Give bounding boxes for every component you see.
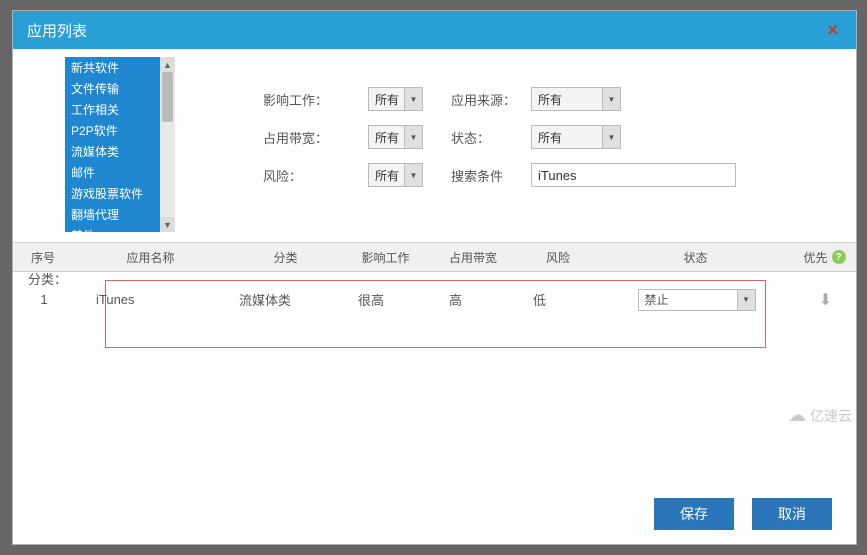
category-item[interactable]: 工作相关 bbox=[65, 99, 175, 120]
close-icon[interactable]: × bbox=[823, 20, 842, 41]
chevron-down-icon: ▼ bbox=[602, 88, 620, 110]
priority-down-icon[interactable]: ⬇ bbox=[819, 290, 832, 310]
search-label: 搜索条件 bbox=[451, 166, 531, 185]
filter-area: 新共软件 文件传输 工作相关 P2P软件 流媒体类 邮件 游戏股票软件 翻墙代理… bbox=[13, 49, 856, 232]
category-list-items: 新共软件 文件传输 工作相关 P2P软件 流媒体类 邮件 游戏股票软件 翻墙代理… bbox=[65, 57, 175, 232]
table-header: 序号 应用名称 分类 影响工作 占用带宽 风险 状态 优先 ? bbox=[13, 242, 856, 272]
watermark: ☁ 亿速云 bbox=[788, 405, 852, 426]
app-table: 序号 应用名称 分类 影响工作 占用带宽 风险 状态 优先 ? 1 iTunes… bbox=[13, 242, 856, 348]
help-icon[interactable]: ? bbox=[832, 250, 846, 264]
filter-row: 影响工作： 所有 ▼ 应用来源： 所有 ▼ bbox=[263, 87, 736, 111]
cancel-button[interactable]: 取消 bbox=[752, 498, 832, 530]
bandwidth-value: 所有 bbox=[375, 129, 399, 146]
dialog-header: 应用列表 × bbox=[13, 11, 856, 49]
app-list-dialog: 应用列表 × 新共软件 文件传输 工作相关 P2P软件 流媒体类 邮件 游戏股票… bbox=[12, 10, 857, 545]
chevron-down-icon: ▼ bbox=[602, 126, 620, 148]
category-scrollbar[interactable]: ▲ ▼ bbox=[160, 57, 175, 232]
source-value: 所有 bbox=[538, 91, 562, 108]
impact-select[interactable]: 所有 ▼ bbox=[368, 87, 423, 111]
source-select[interactable]: 所有 ▼ bbox=[531, 87, 621, 111]
category-item[interactable]: 邮件 bbox=[65, 162, 175, 183]
dialog-title: 应用列表 bbox=[27, 20, 87, 41]
status-filter-value: 所有 bbox=[538, 129, 562, 146]
filter-grid: 影响工作： 所有 ▼ 应用来源： 所有 ▼ 占用带宽： 所有 ▼ bbox=[263, 87, 736, 201]
category-item[interactable]: 流媒体类 bbox=[65, 141, 175, 162]
cell-risk: 低 bbox=[519, 290, 599, 309]
category-item[interactable]: 文件传输 bbox=[65, 78, 175, 99]
source-label: 应用来源： bbox=[451, 90, 531, 109]
scroll-thumb[interactable] bbox=[162, 72, 173, 122]
cell-bandwidth: 高 bbox=[429, 290, 519, 309]
cell-seq: 1 bbox=[14, 292, 74, 307]
cell-category: 流媒体类 bbox=[229, 290, 344, 309]
scroll-up-icon[interactable]: ▲ bbox=[160, 57, 175, 72]
col-category: 分类 bbox=[228, 249, 343, 266]
cell-priority: ⬇ bbox=[794, 290, 857, 310]
chevron-down-icon: ▼ bbox=[404, 164, 422, 186]
col-status: 状态 bbox=[598, 249, 793, 266]
bandwidth-label: 占用带宽： bbox=[263, 128, 368, 147]
cloud-icon: ☁ bbox=[788, 405, 806, 426]
col-seq: 序号 bbox=[13, 249, 73, 266]
highlighted-row-box: 1 iTunes 流媒体类 很高 高 低 禁止 ▼ ⬇ bbox=[105, 280, 766, 348]
col-priority-label: 优先 bbox=[803, 249, 827, 266]
risk-select[interactable]: 所有 ▼ bbox=[368, 163, 423, 187]
chevron-down-icon: ▼ bbox=[737, 290, 755, 310]
status-filter-select[interactable]: 所有 ▼ bbox=[531, 125, 621, 149]
dialog-footer: 保存 取消 bbox=[13, 484, 856, 544]
search-input[interactable] bbox=[531, 163, 736, 187]
impact-value: 所有 bbox=[375, 91, 399, 108]
status-label: 状态： bbox=[451, 128, 531, 147]
filter-row: 风险： 所有 ▼ 搜索条件 bbox=[263, 163, 736, 187]
category-item[interactable]: 游戏股票软件 bbox=[65, 183, 175, 204]
col-impact: 影响工作 bbox=[343, 249, 428, 266]
cell-impact: 很高 bbox=[344, 290, 429, 309]
cell-status: 禁止 ▼ bbox=[599, 289, 794, 311]
col-name: 应用名称 bbox=[73, 249, 228, 266]
col-priority: 优先 ? bbox=[793, 249, 856, 266]
save-button[interactable]: 保存 bbox=[654, 498, 734, 530]
category-item[interactable]: 翻墙代理 bbox=[65, 204, 175, 225]
table-row: 1 iTunes 流媒体类 很高 高 低 禁止 ▼ ⬇ bbox=[14, 281, 857, 316]
category-item[interactable]: 其他 bbox=[65, 225, 175, 232]
col-risk: 风险 bbox=[518, 249, 598, 266]
impact-label: 影响工作： bbox=[263, 90, 368, 109]
scroll-down-icon[interactable]: ▼ bbox=[160, 217, 175, 232]
risk-label: 风险： bbox=[263, 166, 368, 185]
watermark-text: 亿速云 bbox=[810, 406, 852, 426]
cell-name: iTunes bbox=[74, 292, 229, 307]
row-status-select[interactable]: 禁止 ▼ bbox=[638, 289, 756, 311]
category-item[interactable]: 新共软件 bbox=[65, 57, 175, 78]
bandwidth-select[interactable]: 所有 ▼ bbox=[368, 125, 423, 149]
chevron-down-icon: ▼ bbox=[404, 88, 422, 110]
category-listbox[interactable]: 新共软件 文件传输 工作相关 P2P软件 流媒体类 邮件 游戏股票软件 翻墙代理… bbox=[65, 57, 175, 232]
category-item[interactable]: P2P软件 bbox=[65, 120, 175, 141]
dialog-body: 新共软件 文件传输 工作相关 P2P软件 流媒体类 邮件 游戏股票软件 翻墙代理… bbox=[13, 49, 856, 484]
chevron-down-icon: ▼ bbox=[404, 126, 422, 148]
risk-value: 所有 bbox=[375, 167, 399, 184]
row-status-value: 禁止 bbox=[645, 291, 669, 308]
filter-row: 占用带宽： 所有 ▼ 状态： 所有 ▼ bbox=[263, 125, 736, 149]
col-bandwidth: 占用带宽 bbox=[428, 249, 518, 266]
